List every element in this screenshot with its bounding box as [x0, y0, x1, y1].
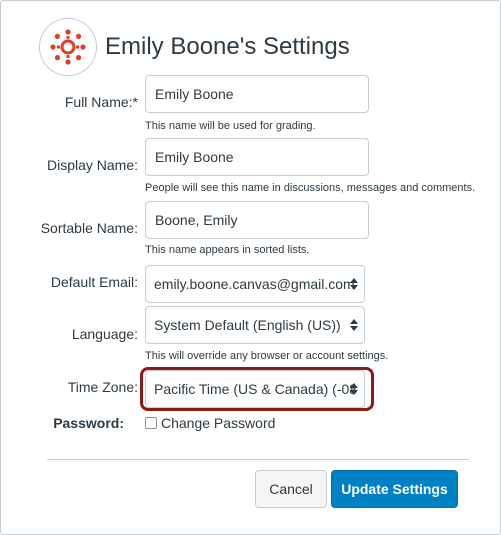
- language-value: System Default (English (US)): [154, 317, 341, 333]
- select-arrows-icon: [350, 319, 358, 331]
- select-arrows-icon: [350, 278, 358, 290]
- sortable-name-label: Sortable Name:: [40, 220, 138, 236]
- language-hint: This will override any browser or accoun…: [145, 350, 389, 362]
- full-name-hint: This name will be used for grading.: [145, 120, 316, 132]
- language-label: Language:: [71, 326, 138, 342]
- display-name-label: Display Name:: [46, 157, 138, 173]
- full-name-input[interactable]: Emily Boone: [145, 75, 369, 113]
- time-zone-label: Time Zone:: [67, 379, 138, 395]
- full-name-label: Full Name:*: [64, 94, 138, 110]
- update-settings-button[interactable]: Update Settings: [331, 470, 458, 508]
- display-name-input[interactable]: Emily Boone: [145, 138, 369, 176]
- time-zone-highlight: [140, 367, 374, 411]
- settings-dialog: Emily Boone's Settings Full Name:* Emily…: [0, 0, 501, 535]
- change-password-checkbox[interactable]: [145, 417, 157, 429]
- password-label: Password:: [53, 415, 124, 431]
- change-password-label[interactable]: Change Password: [161, 415, 275, 431]
- default-email-select[interactable]: emily.boone.canvas@gmail.com: [145, 265, 365, 303]
- default-email-label: Default Email:: [50, 274, 138, 290]
- display-name-hint: People will see this name in discussions…: [145, 182, 476, 194]
- change-password-row[interactable]: Change Password: [145, 415, 275, 431]
- canvas-logo-icon: [39, 18, 97, 76]
- sortable-name-input[interactable]: Boone, Emily: [145, 201, 369, 239]
- language-select[interactable]: System Default (English (US)): [145, 306, 365, 344]
- cancel-button[interactable]: Cancel: [255, 470, 327, 508]
- footer-divider: [47, 459, 469, 460]
- dialog-header: Emily Boone's Settings: [39, 17, 350, 77]
- page-title: Emily Boone's Settings: [105, 33, 350, 60]
- sortable-name-hint: This name appears in sorted lists.: [145, 244, 310, 256]
- default-email-value: emily.boone.canvas@gmail.com: [154, 276, 355, 292]
